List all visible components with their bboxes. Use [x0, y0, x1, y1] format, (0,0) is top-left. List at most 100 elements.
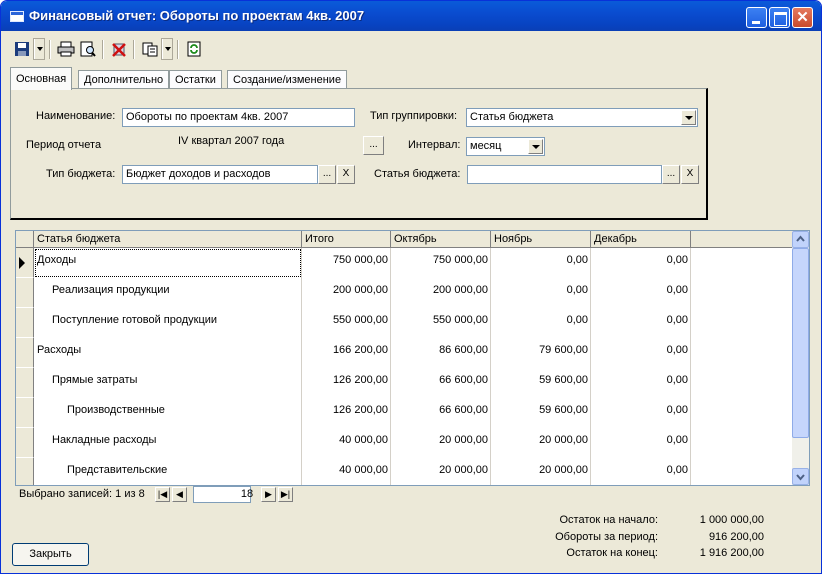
vertical-scrollbar[interactable]	[792, 231, 809, 485]
table-row[interactable]: Накладные расходы 40 000,00 20 000,00 20 00…	[16, 428, 794, 458]
cell-budget-item[interactable]: Представительские	[34, 458, 302, 485]
cell-budget-item[interactable]: Прямые затраты	[34, 368, 302, 398]
cell-december[interactable]: 0,00	[591, 308, 691, 338]
cell-december[interactable]: 0,00	[591, 428, 691, 458]
row-indicator[interactable]	[16, 398, 34, 428]
budget-item-field[interactable]	[467, 165, 662, 184]
column-header-december[interactable]: Декабрь	[591, 231, 691, 248]
chevron-down-icon[interactable]	[528, 139, 543, 154]
close-window-button[interactable]: ✕	[792, 7, 813, 28]
cell-december[interactable]: 0,00	[591, 278, 691, 308]
prev-record-button[interactable]: ◀	[172, 487, 187, 502]
table-row[interactable]: Поступление готовой продукции 550 000,00 5…	[16, 308, 794, 338]
cell-november[interactable]: 59 600,00	[491, 368, 591, 398]
last-record-button[interactable]: ▶|	[278, 487, 293, 502]
print-icon[interactable]	[55, 39, 77, 59]
current-record-input[interactable]: 1	[193, 486, 251, 503]
save-icon[interactable]	[11, 39, 33, 59]
cell-october[interactable]: 20 000,00	[391, 458, 491, 485]
first-record-button[interactable]: |◀	[155, 487, 170, 502]
print-preview-icon[interactable]	[77, 39, 99, 59]
column-header-october[interactable]: Октябрь	[391, 231, 491, 248]
maximize-button[interactable]	[769, 7, 790, 28]
cell-total[interactable]: 126 200,00	[302, 398, 391, 428]
scroll-down-button[interactable]	[792, 468, 809, 485]
minimize-button[interactable]	[746, 7, 767, 28]
cell-november[interactable]: 20 000,00	[491, 458, 591, 485]
table-row[interactable]: Реализация продукции 200 000,00 200 000,00…	[16, 278, 794, 308]
cell-total[interactable]: 166 200,00	[302, 338, 391, 368]
table-row[interactable]: Доходы 750 000,00 750 000,00 0,00 0,00	[16, 248, 794, 278]
cell-november[interactable]: 0,00	[491, 308, 591, 338]
tab-additional[interactable]: Дополнительно	[78, 70, 170, 89]
row-indicator[interactable]	[16, 308, 34, 338]
budget-type-select-button[interactable]: ...	[318, 165, 336, 184]
cell-october[interactable]: 750 000,00	[391, 248, 491, 278]
cell-november[interactable]: 0,00	[491, 278, 591, 308]
copy-dropdown-button[interactable]	[161, 38, 173, 60]
column-header-total[interactable]: Итого	[302, 231, 391, 248]
interval-select[interactable]: месяц	[466, 137, 545, 156]
tab-created-modified[interactable]: Создание/изменение	[227, 70, 348, 89]
budget-type-field[interactable]: Бюджет доходов и расходов	[122, 165, 318, 184]
period-select-button[interactable]: ...	[363, 136, 384, 155]
scroll-up-button[interactable]	[792, 231, 809, 248]
cell-december[interactable]: 0,00	[591, 338, 691, 368]
cell-december[interactable]: 0,00	[591, 458, 691, 485]
row-indicator[interactable]	[16, 338, 34, 368]
table-row[interactable]: Представительские 40 000,00 20 000,00 20 00…	[16, 458, 794, 485]
grouping-select[interactable]: Статья бюджета	[466, 108, 698, 127]
row-indicator[interactable]	[16, 248, 34, 278]
column-header-november[interactable]: Ноябрь	[491, 231, 591, 248]
title-bar[interactable]: Финансовый отчет: Обороты по проектам 4к…	[1, 1, 821, 31]
cell-october[interactable]: 550 000,00	[391, 308, 491, 338]
cell-october[interactable]: 86 600,00	[391, 338, 491, 368]
cell-budget-item[interactable]: Накладные расходы	[34, 428, 302, 458]
cell-december[interactable]: 0,00	[591, 398, 691, 428]
start-balance-value: 1 000 000,00	[699, 514, 764, 526]
cell-november[interactable]: 0,00	[491, 248, 591, 278]
chevron-down-icon[interactable]	[681, 110, 696, 125]
table-row[interactable]: Прямые затраты 126 200,00 66 600,00 59 600,…	[16, 368, 794, 398]
cell-december[interactable]: 0,00	[591, 368, 691, 398]
cell-budget-item[interactable]: Производственные	[34, 398, 302, 428]
cell-october[interactable]: 200 000,00	[391, 278, 491, 308]
row-indicator[interactable]	[16, 428, 34, 458]
name-field[interactable]: Обороты по проектам 4кв. 2007	[122, 108, 355, 127]
row-indicator[interactable]	[16, 368, 34, 398]
budget-item-clear-button[interactable]: X	[681, 165, 699, 184]
cell-budget-item[interactable]: Реализация продукции	[34, 278, 302, 308]
table-row[interactable]: Расходы 166 200,00 86 600,00 79 600,00 0,00	[16, 338, 794, 368]
cell-november[interactable]: 59 600,00	[491, 398, 591, 428]
row-indicator[interactable]	[16, 458, 34, 485]
cell-december[interactable]: 0,00	[591, 248, 691, 278]
cell-total[interactable]: 550 000,00	[302, 308, 391, 338]
cell-budget-item[interactable]: Расходы	[34, 338, 302, 368]
delete-icon[interactable]	[108, 39, 130, 59]
column-header-budget-item[interactable]: Статья бюджета	[34, 231, 302, 248]
budget-item-select-button[interactable]: ...	[662, 165, 680, 184]
cell-total[interactable]: 40 000,00	[302, 428, 391, 458]
cell-november[interactable]: 79 600,00	[491, 338, 591, 368]
row-indicator[interactable]	[16, 278, 34, 308]
cell-october[interactable]: 66 600,00	[391, 398, 491, 428]
tab-balances[interactable]: Остатки	[169, 70, 222, 89]
cell-total[interactable]: 40 000,00	[302, 458, 391, 485]
close-button[interactable]: Закрыть	[12, 543, 89, 566]
table-row[interactable]: Производственные 126 200,00 66 600,00 59 60…	[16, 398, 794, 428]
refresh-icon[interactable]	[183, 39, 205, 59]
cell-november[interactable]: 20 000,00	[491, 428, 591, 458]
cell-october[interactable]: 20 000,00	[391, 428, 491, 458]
cell-total[interactable]: 750 000,00	[302, 248, 391, 278]
cell-october[interactable]: 66 600,00	[391, 368, 491, 398]
save-dropdown-button[interactable]	[33, 38, 45, 60]
next-record-button[interactable]: ▶	[261, 487, 276, 502]
cell-total[interactable]: 200 000,00	[302, 278, 391, 308]
budget-type-clear-button[interactable]: X	[337, 165, 355, 184]
scroll-thumb[interactable]	[792, 248, 809, 438]
tab-main[interactable]: Основная	[10, 67, 73, 90]
cell-total[interactable]: 126 200,00	[302, 368, 391, 398]
cell-budget-item[interactable]: Доходы	[34, 248, 302, 278]
cell-budget-item[interactable]: Поступление готовой продукции	[34, 308, 302, 338]
copy-icon[interactable]	[139, 39, 161, 59]
